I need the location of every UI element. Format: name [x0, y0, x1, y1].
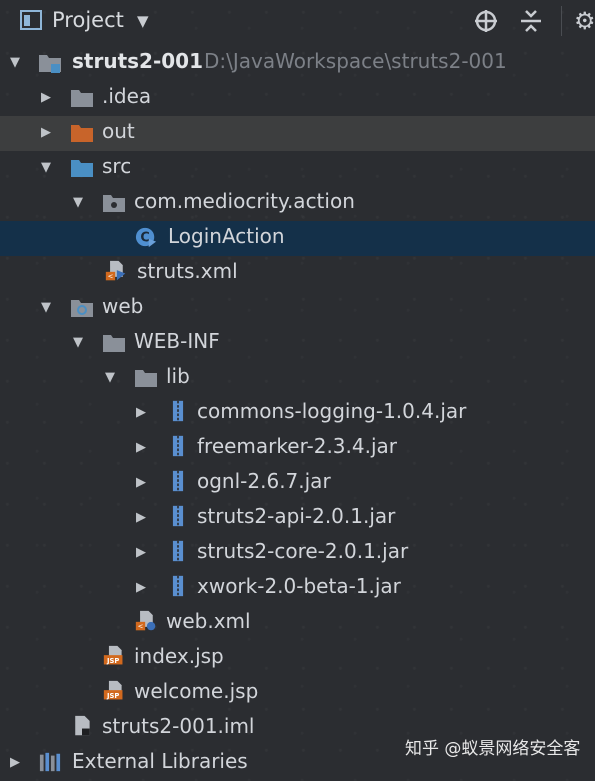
svg-text:JSP: JSP [106, 692, 119, 700]
tree-item-project-root[interactable]: ▼ struts2-001 D:\JavaWorkspace\struts2-0… [0, 46, 595, 81]
tree-item-label: lib [166, 364, 190, 388]
tree-item-label: LoginAction [168, 224, 285, 248]
expand-arrow-icon[interactable]: ▶ [7, 755, 23, 771]
jar-icon [172, 470, 184, 492]
folder-icon [71, 90, 93, 107]
tree-item-src[interactable]: ▼ src [0, 151, 595, 186]
tree-item-jar[interactable]: ▶ struts2-api-2.0.1.jar [0, 501, 595, 536]
tree-item-label: struts.xml [137, 259, 238, 283]
tree-item-package[interactable]: ▼ com.mediocrity.action [0, 186, 595, 221]
watermark: 知乎 @蚁景网络安全客 [405, 739, 581, 759]
tree-item-index-jsp[interactable]: JSP index.jsp [0, 641, 595, 676]
package-icon [103, 195, 125, 212]
svg-text:C: C [140, 231, 149, 246]
tree-item-web-xml[interactable]: < web.xml [0, 606, 595, 641]
struts-action-class-icon: C [135, 227, 157, 248]
project-path: D:\JavaWorkspace\struts2-001 [204, 49, 507, 73]
expand-arrow-icon[interactable]: ▶ [133, 510, 149, 526]
expand-arrow-icon[interactable]: ▶ [133, 440, 149, 456]
tree-item-label: web.xml [166, 609, 251, 633]
tree-item-jar[interactable]: ▶ struts2-core-2.0.1.jar [0, 536, 595, 571]
tree-item-idea[interactable]: ▶ .idea [0, 81, 595, 116]
tree-item-web[interactable]: ▼ web [0, 291, 595, 326]
expand-arrow-icon[interactable]: ▶ [133, 580, 149, 596]
tree-item-label: struts2-core-2.0.1.jar [197, 539, 409, 563]
tree-item-label: struts2-001 [72, 49, 203, 73]
jar-icon [172, 435, 184, 457]
project-panel-header: Project ▼ ⚙ [0, 0, 595, 43]
libraries-icon [39, 752, 61, 772]
tree-item-label: com.mediocrity.action [134, 189, 355, 213]
chevron-down-icon[interactable]: ▼ [137, 12, 149, 30]
tree-item-label: welcome.jsp [134, 679, 259, 703]
jar-icon [172, 400, 184, 422]
module-folder-icon [39, 55, 61, 73]
tree-item-label: src [102, 154, 132, 178]
tree-item-label: freemarker-2.3.4.jar [197, 434, 398, 458]
expand-arrow-icon[interactable]: ▼ [102, 370, 118, 386]
expand-arrow-icon[interactable]: ▶ [38, 90, 54, 106]
iml-file-icon [75, 715, 90, 736]
toolbar-divider [561, 6, 562, 36]
expand-arrow-icon[interactable]: ▼ [70, 335, 86, 351]
expand-arrow-icon[interactable]: ▶ [133, 405, 149, 421]
svg-text:<: < [108, 273, 114, 281]
tree-item-label: WEB-INF [134, 329, 220, 353]
expand-arrow-icon[interactable]: ▶ [38, 125, 54, 141]
expand-arrow-icon[interactable]: ▶ [133, 545, 149, 561]
tree-item-label: xwork-2.0-beta-1.jar [197, 574, 401, 598]
jsp-icon: JSP [103, 680, 123, 700]
project-view-icon[interactable] [20, 10, 42, 30]
expand-arrow-icon[interactable]: ▼ [38, 160, 54, 176]
excluded-folder-icon [71, 125, 93, 142]
web-xml-icon: < [135, 610, 156, 631]
tree-item-label: External Libraries [72, 749, 248, 773]
jar-icon [172, 505, 184, 527]
tree-item-label: out [102, 119, 135, 143]
locate-target-icon[interactable] [473, 8, 499, 34]
jar-icon [172, 540, 184, 562]
tree-item-lib[interactable]: ▼ lib [0, 361, 595, 396]
collapse-all-icon[interactable] [518, 8, 544, 34]
svg-text:<: < [138, 623, 144, 631]
tree-item-label: index.jsp [134, 644, 224, 668]
panel-title[interactable]: Project [52, 8, 124, 32]
source-folder-icon [71, 160, 93, 177]
tree-item-label: struts2-api-2.0.1.jar [197, 504, 396, 528]
web-folder-icon [71, 300, 93, 317]
tree-item-jar[interactable]: ▶ commons-logging-1.0.4.jar [0, 396, 595, 431]
expand-arrow-icon[interactable]: ▶ [133, 475, 149, 491]
folder-icon [135, 370, 157, 387]
expand-arrow-icon[interactable]: ▼ [7, 55, 23, 71]
tree-item-struts-xml[interactable]: < struts.xml [0, 256, 595, 291]
folder-icon [103, 335, 125, 352]
tree-item-label: struts2-001.iml [102, 714, 255, 738]
svg-text:JSP: JSP [106, 657, 119, 665]
struts-xml-icon: < [105, 260, 126, 281]
tree-item-label: web [102, 294, 144, 318]
tree-item-jar[interactable]: ▶ freemarker-2.3.4.jar [0, 431, 595, 466]
tree-item-label: .idea [102, 84, 152, 108]
tree-item-out[interactable]: ▶ out [0, 116, 595, 151]
tree-item-loginaction[interactable]: C LoginAction [0, 221, 595, 256]
jar-icon [172, 575, 184, 597]
tree-item-label: ognl-2.6.7.jar [197, 469, 331, 493]
expand-arrow-icon[interactable]: ▼ [70, 195, 86, 211]
tree-item-welcome-jsp[interactable]: JSP welcome.jsp [0, 676, 595, 711]
tree-item-jar[interactable]: ▶ xwork-2.0-beta-1.jar [0, 571, 595, 606]
tree-item-web-inf[interactable]: ▼ WEB-INF [0, 326, 595, 361]
expand-arrow-icon[interactable]: ▼ [38, 300, 54, 316]
tree-item-jar[interactable]: ▶ ognl-2.6.7.jar [0, 466, 595, 501]
tree-item-label: commons-logging-1.0.4.jar [197, 399, 467, 423]
jsp-icon: JSP [103, 645, 123, 665]
gear-icon[interactable]: ⚙ [574, 7, 595, 35]
